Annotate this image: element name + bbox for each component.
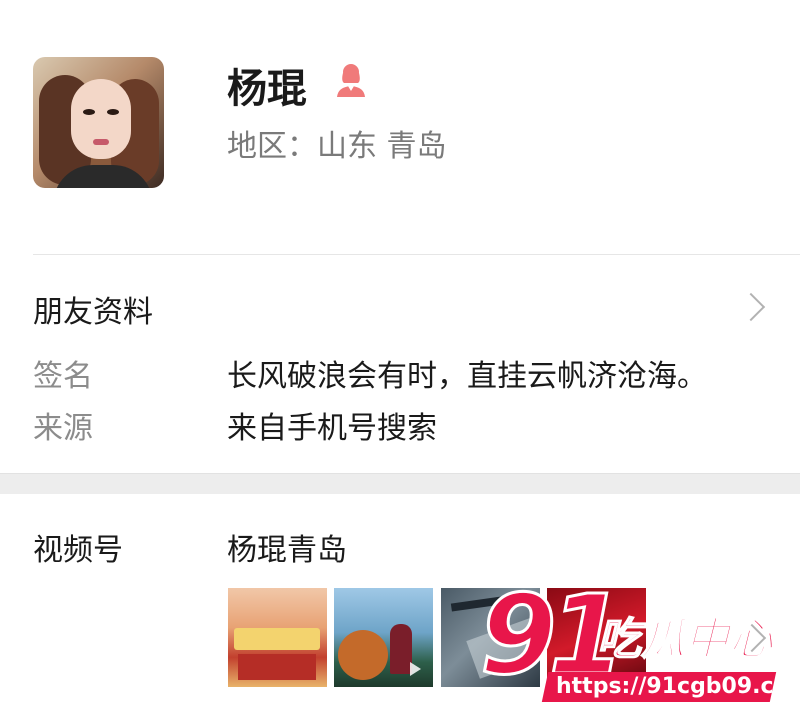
channels-name[interactable]: 杨琨青岛 xyxy=(227,525,347,569)
play-icon xyxy=(410,662,421,676)
watermark-url: https://91cgb09.com xyxy=(556,674,800,699)
avatar-face xyxy=(71,79,131,159)
source-label: 来源 xyxy=(33,411,93,446)
thumbnail-stage xyxy=(238,654,316,680)
friend-info-title[interactable]: 朋友资料 xyxy=(33,287,153,331)
chevron-right-icon[interactable] xyxy=(736,292,766,322)
signature-value: 长风破浪会有时，直挂云帆济沧海。 xyxy=(227,359,707,394)
thumbnail-banner xyxy=(234,628,320,650)
thumbnail-person xyxy=(390,624,412,674)
avatar-eye xyxy=(83,109,95,115)
channels-label: 视频号 xyxy=(33,533,123,568)
thumbnail-tree xyxy=(338,630,388,680)
source-value: 来自手机号搜索 xyxy=(227,411,437,446)
signature-label: 签名 xyxy=(33,359,93,394)
divider xyxy=(33,254,800,255)
avatar[interactable] xyxy=(33,57,164,188)
channel-thumbnail[interactable] xyxy=(334,588,433,687)
avatar-lips xyxy=(93,139,109,145)
avatar-eye xyxy=(107,109,119,115)
contact-name: 杨琨 xyxy=(227,66,307,112)
region-text: 地区：山东 青岛 xyxy=(227,129,447,164)
female-icon xyxy=(337,64,365,97)
section-separator xyxy=(0,473,800,494)
channel-thumbnail[interactable] xyxy=(228,588,327,687)
